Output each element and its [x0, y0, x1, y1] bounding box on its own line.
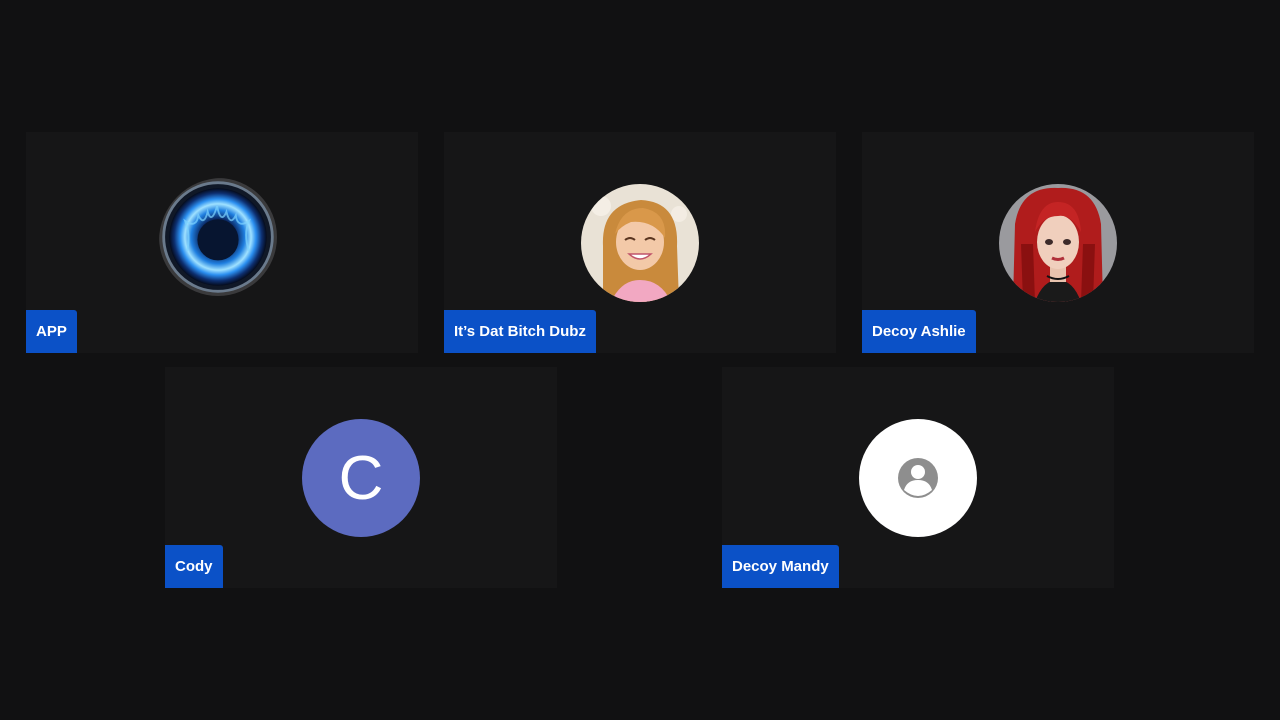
participant-tile-dubz[interactable]: It’s Dat Bitch Dubz [444, 132, 836, 353]
participant-name: It’s Dat Bitch Dubz [444, 310, 596, 353]
red-haired-girl-avatar [999, 184, 1117, 302]
participant-tile-mandy[interactable]: Decoy Mandy [722, 367, 1114, 588]
participant-tile-cody[interactable]: C Cody [165, 367, 557, 588]
participant-name: Decoy Mandy [722, 545, 839, 588]
participant-name: Cody [165, 545, 223, 588]
participant-tile-app[interactable]: APP [26, 132, 418, 353]
fire-ring-logo-avatar [159, 178, 285, 304]
person-icon [898, 458, 938, 498]
participant-name: Decoy Ashlie [862, 310, 976, 353]
participant-name: APP [26, 310, 77, 353]
default-person-avatar [859, 419, 977, 537]
letter-avatar: C [302, 419, 420, 537]
participant-tile-ashlie[interactable]: Decoy Ashlie [862, 132, 1254, 353]
avatar-initial: C [338, 443, 384, 513]
cartoon-woman-avatar [581, 184, 699, 302]
video-call-grid: APP It’s Dat Bitch Dubz Decoy Ashlie C C… [0, 0, 1280, 720]
